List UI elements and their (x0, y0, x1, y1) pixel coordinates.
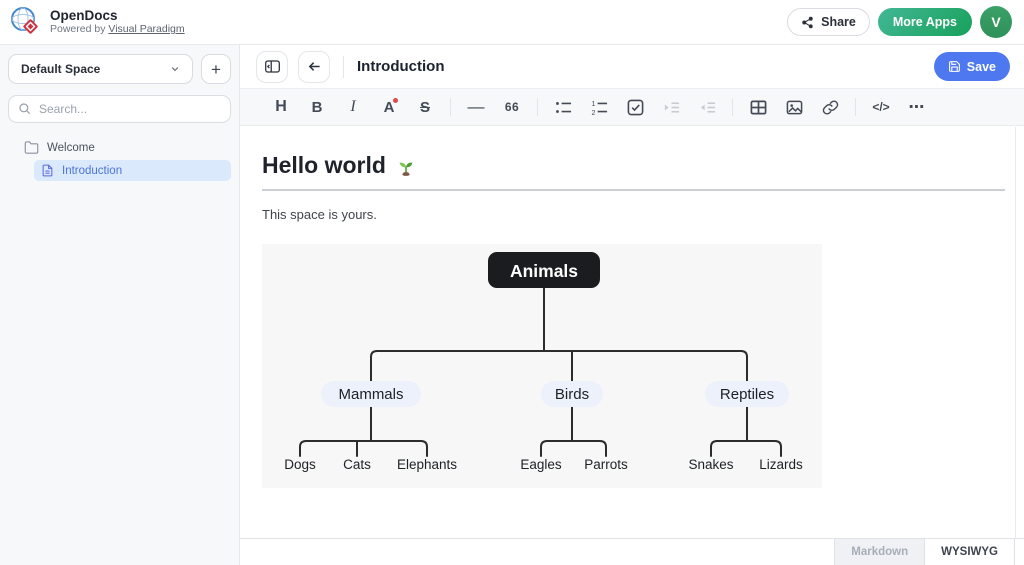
space-selector-dropdown[interactable]: Default Space (8, 54, 193, 84)
doc-heading-text: Hello world (262, 152, 386, 179)
tree-leaf-label: Eagles (520, 457, 562, 472)
bullet-list-button[interactable] (548, 93, 578, 121)
text-color-button[interactable]: A (374, 93, 404, 121)
toolbar-divider (855, 98, 856, 116)
tree-diagram-svg: Animals Mammals Birds Reptiles Dogs Cats… (262, 244, 822, 488)
share-button[interactable]: Share (787, 8, 870, 36)
tab-markdown[interactable]: Markdown (834, 539, 924, 565)
outdent-icon (699, 99, 716, 116)
search-input[interactable] (39, 102, 221, 116)
doc-header: Introduction Save (240, 45, 1024, 88)
doc-paragraph: This space is yours. (262, 207, 1005, 222)
tree-branch-label: Reptiles (720, 386, 774, 403)
svg-text:2: 2 (591, 109, 595, 116)
svg-text:1: 1 (591, 99, 595, 107)
sidebar-item-welcome[interactable]: Welcome (8, 137, 231, 158)
table-button[interactable] (743, 93, 773, 121)
code-button[interactable]: </> (866, 93, 896, 121)
editor-footer: Markdown WYSIWYG (240, 538, 1024, 565)
app-header: OpenDocs Powered by Visual Paradigm Shar… (0, 0, 1024, 45)
toolbar-divider (732, 98, 733, 116)
visual-paradigm-link[interactable]: Visual Paradigm (108, 23, 184, 35)
mode-tabs: Markdown WYSIWYG (834, 539, 1015, 565)
bold-button[interactable]: B (302, 93, 332, 121)
add-space-button[interactable]: + (201, 54, 231, 84)
brand-text: OpenDocs Powered by Visual Paradigm (50, 8, 185, 36)
divider (343, 56, 344, 78)
tree-item-label: Introduction (62, 165, 122, 177)
editor-content[interactable]: Hello world This space is yours. (240, 126, 1024, 488)
space-selector-value: Default Space (21, 62, 100, 76)
tree-item-label: Welcome (47, 142, 95, 154)
scrollbar-track[interactable] (1015, 127, 1016, 538)
folder-icon (24, 140, 39, 155)
sidebar: Default Space + Welcome (0, 45, 240, 565)
space-row: Default Space + (8, 54, 231, 84)
numbered-list-button[interactable]: 12 (584, 93, 614, 121)
share-icon (801, 16, 814, 29)
toolbar-divider (450, 98, 451, 116)
page-title: Introduction (357, 58, 444, 75)
tree-leaf-label: Snakes (688, 457, 733, 472)
tree-leaf-label: Dogs (284, 457, 316, 472)
visual-paradigm-logo-icon (10, 6, 42, 38)
outdent-button[interactable] (692, 93, 722, 121)
user-avatar[interactable]: V (980, 6, 1012, 38)
image-icon (786, 99, 803, 116)
share-label: Share (821, 15, 856, 29)
indent-icon (663, 99, 680, 116)
italic-button[interactable]: I (338, 93, 368, 121)
brand: OpenDocs Powered by Visual Paradigm (10, 6, 185, 38)
bullet-list-icon (555, 99, 572, 116)
tab-wysiwyg[interactable]: WYSIWYG (924, 539, 1015, 565)
main-panel: Introduction Save H B I A S — 66 (240, 45, 1024, 565)
numbered-list-icon: 12 (591, 99, 608, 116)
save-button[interactable]: Save (934, 52, 1010, 81)
strikethrough-button[interactable]: S (410, 93, 440, 121)
image-button[interactable] (779, 93, 809, 121)
tree-connectors (300, 288, 781, 456)
save-label: Save (967, 60, 996, 74)
horizontal-rule-button[interactable]: — (461, 93, 491, 121)
animals-tree-diagram: Animals Mammals Birds Reptiles Dogs Cats… (262, 244, 822, 488)
seedling-emoji-icon (395, 157, 417, 179)
sidebar-panel-icon (264, 58, 281, 75)
search-box (8, 95, 231, 123)
arrow-left-icon (306, 58, 323, 75)
link-icon (822, 99, 839, 116)
doc-heading: Hello world (262, 152, 1005, 191)
task-list-button[interactable] (620, 93, 650, 121)
save-icon (948, 60, 961, 73)
powered-by: Powered by Visual Paradigm (50, 23, 185, 36)
powered-by-prefix: Powered by (50, 23, 105, 35)
header-actions: Share More Apps V (787, 6, 1012, 38)
task-list-icon (627, 99, 644, 116)
more-apps-button[interactable]: More Apps (878, 8, 972, 36)
more-options-button[interactable]: ⋯ (902, 93, 932, 121)
back-button[interactable] (298, 51, 330, 83)
blockquote-button[interactable]: 66 (497, 93, 527, 121)
toolbar-divider (537, 98, 538, 116)
app-title: OpenDocs (50, 8, 185, 23)
tree-leaf-label: Cats (343, 457, 371, 472)
search-icon (18, 102, 32, 116)
document-tree: Welcome Introduction (8, 137, 231, 181)
tree-leaf-label: Elephants (397, 457, 457, 472)
color-dot (393, 98, 398, 103)
toggle-sidebar-button[interactable] (256, 51, 288, 83)
link-button[interactable] (815, 93, 845, 121)
sidebar-item-introduction[interactable]: Introduction (34, 160, 231, 181)
indent-button[interactable] (656, 93, 686, 121)
tree-branch-label: Mammals (338, 386, 403, 403)
tree-root-label: Animals (510, 261, 578, 281)
document-icon (41, 164, 54, 177)
formatting-toolbar: H B I A S — 66 12 (240, 88, 1024, 126)
tree-leaf-label: Parrots (584, 457, 628, 472)
table-icon (750, 99, 767, 116)
chevron-down-icon (168, 62, 182, 76)
tree-branch-label: Birds (555, 386, 589, 403)
heading-button[interactable]: H (266, 93, 296, 121)
tree-leaf-label: Lizards (759, 457, 803, 472)
opendocs-app: OpenDocs Powered by Visual Paradigm Shar… (0, 0, 1024, 565)
